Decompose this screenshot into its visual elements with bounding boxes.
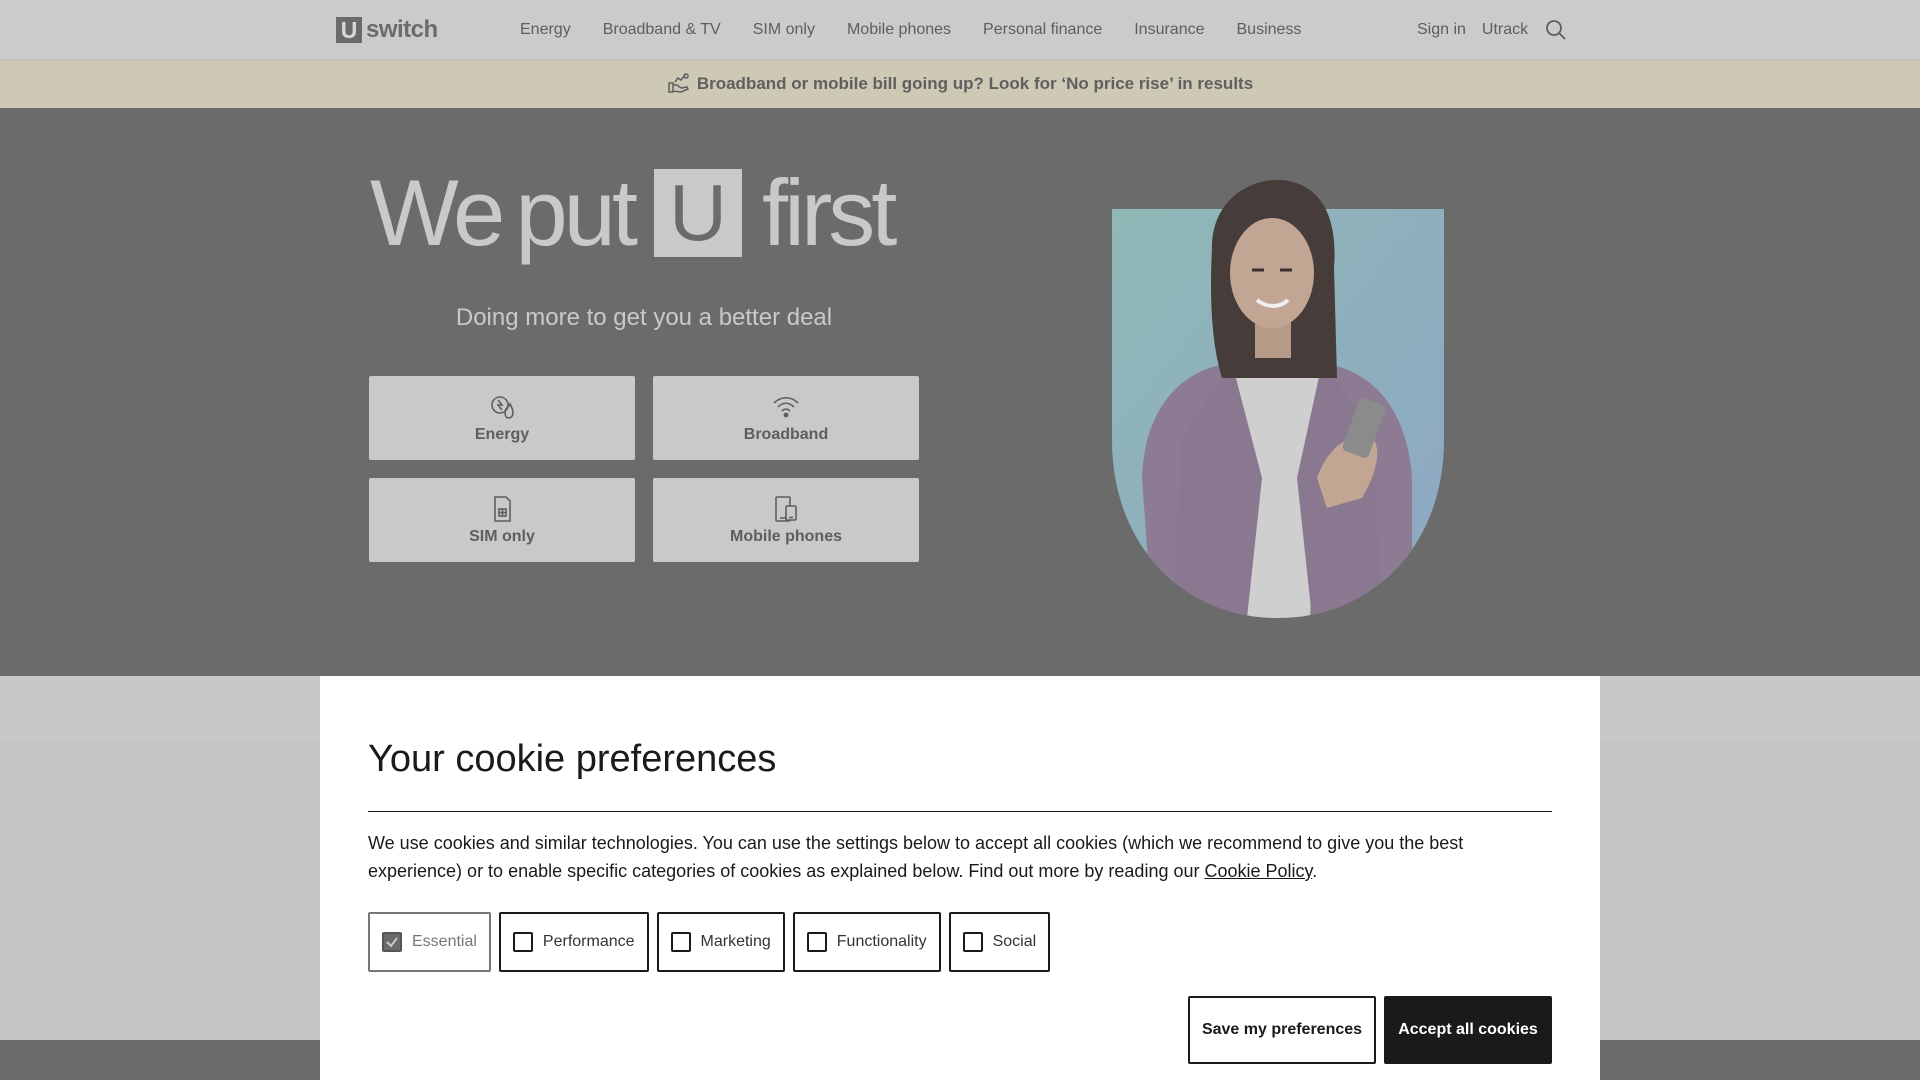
- energy-icon: [487, 392, 517, 422]
- tile-sim-only[interactable]: SIM only: [369, 478, 635, 562]
- search-icon[interactable]: [1544, 18, 1568, 42]
- cookie-description-end: .: [1312, 861, 1318, 881]
- nav-personal-finance[interactable]: Personal finance: [983, 21, 1102, 39]
- cookie-option-performance[interactable]: Performance: [498, 912, 649, 972]
- hero-title: We put U first: [370, 160, 897, 265]
- accept-all-cookies-button[interactable]: Accept all cookies: [1384, 996, 1552, 1064]
- cookie-category-options: Essential Performance Marketing Function…: [368, 912, 1058, 972]
- tile-label: Broadband: [743, 426, 829, 443]
- hero-subtitle: Doing more to get you a better deal: [455, 304, 833, 331]
- hero-title-word-put: put: [515, 160, 638, 265]
- cookie-option-label: Essential: [412, 933, 477, 950]
- logo-text: switch: [366, 16, 438, 43]
- top-navigation: U switch Energy Broadband & TV SIM only …: [0, 0, 1920, 60]
- cookie-title: Your cookie preferences: [368, 738, 777, 780]
- mobile-phone-icon: [771, 494, 801, 524]
- tile-mobile-phones[interactable]: Mobile phones: [653, 478, 919, 562]
- nav-energy[interactable]: Energy: [520, 21, 571, 39]
- price-rise-banner[interactable]: Broadband or mobile bill going up? Look …: [0, 60, 1920, 108]
- cookie-option-social[interactable]: Social: [948, 912, 1051, 972]
- cookie-option-label: Marketing: [700, 933, 771, 950]
- nav-mobile-phones[interactable]: Mobile phones: [847, 21, 951, 39]
- cookie-divider: [368, 811, 1552, 812]
- cookie-preferences-dialog: Your cookie preferences We use cookies a…: [320, 676, 1600, 1080]
- checkbox-icon[interactable]: [512, 932, 533, 952]
- hero-title-word-we: We: [370, 160, 505, 265]
- uswitch-logo[interactable]: U switch: [336, 16, 438, 43]
- cookie-option-label: Functionality: [836, 933, 927, 950]
- wifi-icon: [771, 392, 801, 422]
- price-rise-hand-icon: [667, 72, 691, 96]
- sim-card-icon: [487, 494, 517, 524]
- hero-photo-woman-with-phone: [1112, 178, 1444, 618]
- checkbox-checked-icon: [382, 932, 402, 952]
- tile-label: Mobile phones: [730, 528, 842, 545]
- cookie-description: We use cookies and similar technologies.…: [368, 829, 1552, 885]
- cookie-policy-link[interactable]: Cookie Policy: [1204, 861, 1312, 881]
- cookie-option-essential: Essential: [368, 912, 491, 972]
- banner-text: Broadband or mobile bill going up? Look …: [696, 74, 1254, 93]
- nav-broadband-tv[interactable]: Broadband & TV: [603, 21, 721, 39]
- cookie-option-label: Social: [992, 933, 1037, 950]
- hero-section: We put U first Doing more to get you a b…: [0, 108, 1920, 676]
- tile-energy[interactable]: Energy: [369, 376, 635, 460]
- account-links: Sign in Utrack: [1417, 0, 1568, 59]
- nav-sim-only[interactable]: SIM only: [753, 21, 815, 39]
- cookie-option-marketing[interactable]: Marketing: [656, 912, 785, 972]
- save-preferences-button[interactable]: Save my preferences: [1188, 996, 1376, 1064]
- cookie-option-functionality[interactable]: Functionality: [792, 912, 941, 972]
- utrack-link[interactable]: Utrack: [1482, 21, 1528, 39]
- tile-label: SIM only: [469, 528, 535, 545]
- checkbox-icon[interactable]: [670, 932, 691, 952]
- hero-title-word-first: first: [762, 160, 897, 265]
- nav-business[interactable]: Business: [1237, 21, 1302, 39]
- tile-label: Energy: [474, 426, 530, 443]
- hero-title-u-badge: U: [654, 169, 742, 257]
- cookie-option-label: Performance: [542, 933, 635, 950]
- sign-in-link[interactable]: Sign in: [1417, 21, 1466, 39]
- tile-broadband[interactable]: Broadband: [653, 376, 919, 460]
- main-nav: Energy Broadband & TV SIM only Mobile ph…: [520, 0, 1333, 59]
- logo-mark: U: [336, 17, 362, 43]
- checkbox-icon[interactable]: [806, 932, 827, 952]
- checkbox-icon[interactable]: [962, 932, 983, 952]
- nav-insurance[interactable]: Insurance: [1134, 21, 1204, 39]
